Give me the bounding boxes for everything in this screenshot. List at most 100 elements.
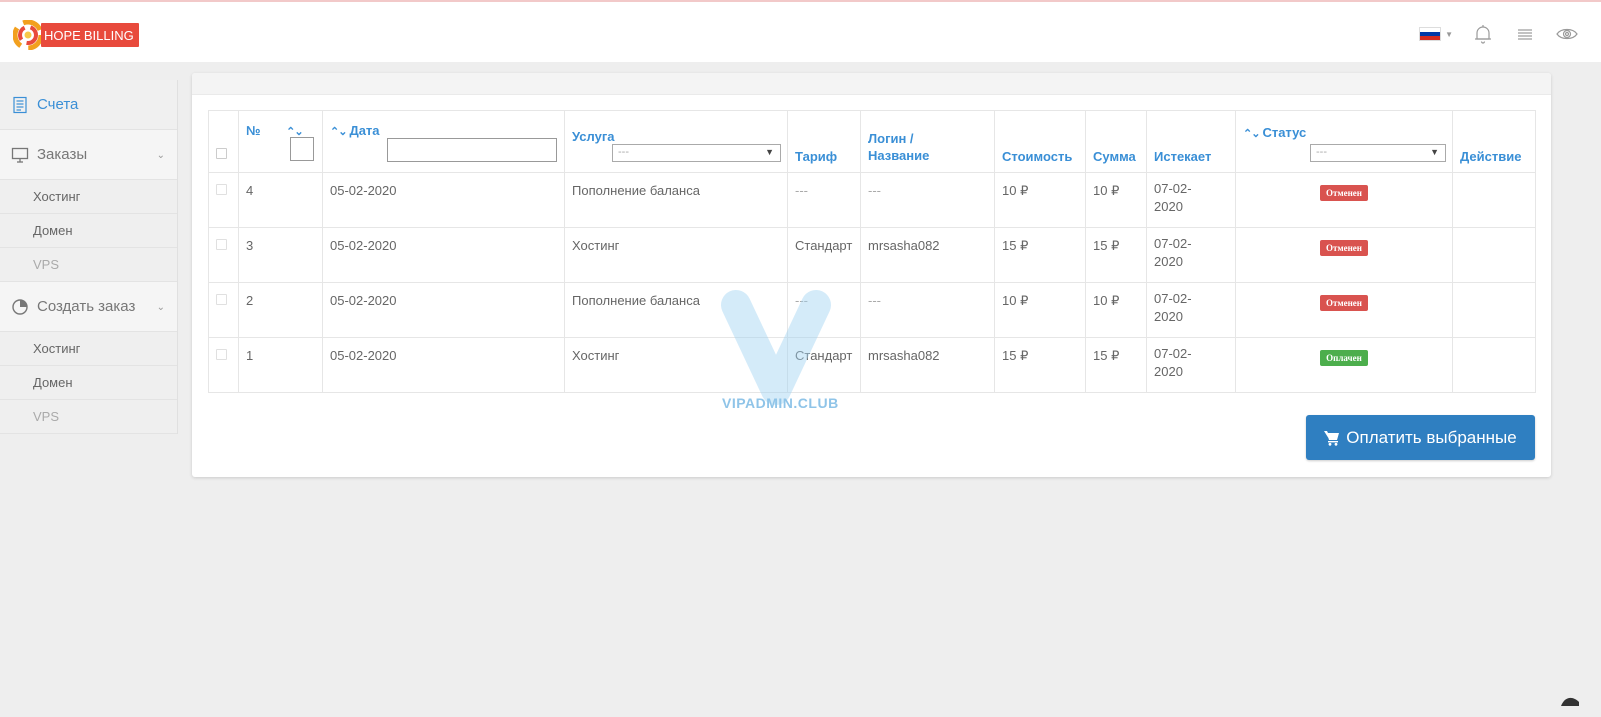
top-bar: HOPE BILLING ▼ (0, 0, 1601, 62)
cell-expires: 07-02- 2020 (1146, 172, 1236, 228)
sidebar-subitem-domain[interactable]: Домен (0, 366, 177, 400)
invoices-panel: № ⌃⌄ ⌃⌄ Дата Услуга --- ▼ Тариф Логин / … (192, 73, 1551, 477)
cell-cost: 15 ₽ (994, 337, 1086, 393)
sidebar-subitem-hosting[interactable]: Хостинг (0, 180, 177, 214)
cell-tariff: --- (787, 282, 861, 338)
cell-expires: 07-02- 2020 (1146, 282, 1236, 338)
cell-login: mrsasha082 (860, 337, 995, 393)
select-all-header (208, 110, 239, 173)
col-sum-label: Сумма (1093, 149, 1136, 164)
sidebar-subitem-hosting[interactable]: Хостинг (0, 332, 177, 366)
date-filter-input[interactable] (387, 138, 557, 162)
cell-num: 1 (238, 337, 323, 393)
bell-icon[interactable] (1471, 22, 1495, 46)
cell-expires-line2: 2020 (1154, 199, 1183, 214)
cell-service: Хостинг (564, 337, 788, 393)
caret-down-icon: ▼ (765, 147, 774, 157)
cell-tariff: Стандарт (787, 227, 861, 283)
sidebar-subitem-vps[interactable]: VPS (0, 400, 177, 434)
col-login-label-2: Название (868, 148, 930, 163)
col-service: Услуга --- ▼ (564, 110, 788, 173)
pay-selected-label: Оплатить выбранные (1346, 427, 1517, 447)
invoice-icon (13, 96, 27, 113)
col-num-label: № (246, 123, 261, 138)
cell-login: mrsasha082 (860, 227, 995, 283)
cell-status: Отменен (1235, 172, 1453, 228)
sidebar-item-orders[interactable]: Заказы ⌄ (0, 130, 177, 180)
col-service-label: Услуга (572, 129, 615, 144)
cell-expires-line1: 07-02- (1154, 236, 1192, 251)
cell-status: Отменен (1235, 282, 1453, 338)
cell-expires-line2: 2020 (1154, 254, 1183, 269)
num-filter-input[interactable] (290, 137, 314, 161)
cell-expires: 07-02- 2020 (1146, 227, 1236, 283)
cell-service: Пополнение баланса (564, 282, 788, 338)
russia-flag-icon (1419, 27, 1442, 41)
caret-down-icon: ▼ (1445, 29, 1453, 39)
col-expires-label: Истекает (1154, 149, 1212, 164)
col-action: Действие (1452, 110, 1536, 173)
language-selector[interactable]: ▼ (1419, 27, 1453, 41)
cell-sum: 10 ₽ (1085, 172, 1147, 228)
col-login-label-1: Логин / (868, 131, 914, 146)
corner-arrow-icon (1561, 697, 1579, 706)
service-filter-select[interactable]: --- ▼ (612, 144, 781, 162)
cell-service: Пополнение баланса (564, 172, 788, 228)
sidebar-subitem-vps[interactable]: VPS (0, 248, 177, 282)
row-checkbox[interactable] (216, 239, 227, 250)
col-action-label: Действие (1460, 149, 1522, 164)
cell-num: 3 (238, 227, 323, 283)
col-num: № ⌃⌄ (238, 110, 323, 173)
menu-lines-icon[interactable] (1513, 22, 1537, 46)
cell-cost: 10 ₽ (994, 172, 1086, 228)
sidebar-item-label: Создать заказ (37, 298, 136, 315)
status-filter-select[interactable]: --- ▼ (1310, 144, 1446, 162)
row-checkbox[interactable] (216, 294, 227, 305)
status-badge: Отменен (1320, 240, 1368, 256)
col-date: ⌃⌄ Дата (322, 110, 565, 173)
cell-expires-line1: 07-02- (1154, 291, 1192, 306)
cell-action (1452, 227, 1536, 283)
row-checkbox[interactable] (216, 349, 227, 360)
table-row: 4 05-02-2020 Пополнение баланса --- --- … (208, 172, 1536, 228)
col-cost: Стоимость (994, 110, 1086, 173)
col-sum: Сумма (1085, 110, 1147, 173)
cell-action (1452, 172, 1536, 228)
monitor-icon (11, 147, 29, 163)
sidebar-item-label: Счета (37, 96, 79, 113)
pay-selected-button[interactable]: Оплатить выбранные (1306, 415, 1535, 460)
col-login: Логин / Название (860, 110, 995, 173)
sort-arrows-icon[interactable]: ⌃⌄ (1243, 128, 1260, 140)
row-checkbox[interactable] (216, 184, 227, 195)
status-badge: Отменен (1320, 185, 1368, 201)
sidebar-item-create-order[interactable]: Создать заказ ⌄ (0, 282, 177, 332)
invoices-table: № ⌃⌄ ⌃⌄ Дата Услуга --- ▼ Тариф Логин / … (208, 110, 1536, 393)
col-cost-label: Стоимость (1002, 149, 1073, 164)
cell-date: 05-02-2020 (322, 172, 565, 228)
cell-date: 05-02-2020 (322, 282, 565, 338)
sidebar-subitem-domain[interactable]: Домен (0, 214, 177, 248)
select-all-checkbox[interactable] (216, 148, 227, 159)
status-badge: Отменен (1320, 295, 1368, 311)
cell-login: --- (860, 172, 995, 228)
cell-action (1452, 337, 1536, 393)
col-tariff-label: Тариф (795, 149, 838, 164)
cell-status: Отменен (1235, 227, 1453, 283)
status-filter-value: --- (1316, 146, 1327, 158)
eye-icon[interactable] (1555, 22, 1579, 46)
col-date-label: Дата (349, 123, 380, 138)
status-badge: Оплачен (1320, 350, 1368, 366)
cell-cost: 15 ₽ (994, 227, 1086, 283)
cell-date: 05-02-2020 (322, 227, 565, 283)
col-expires: Истекает (1146, 110, 1236, 173)
sort-arrows-icon[interactable]: ⌃⌄ (330, 126, 347, 138)
brand-billing: BILLING (83, 27, 134, 43)
brand-logo[interactable]: HOPE BILLING (13, 20, 139, 50)
cell-expires: 07-02- 2020 (1146, 337, 1236, 393)
cart-icon (1324, 430, 1340, 446)
col-status-label: Статус (1262, 125, 1307, 140)
sidebar-item-invoices[interactable]: Счета (0, 80, 177, 130)
chevron-down-icon: ⌄ (156, 302, 165, 313)
cell-action (1452, 282, 1536, 338)
cell-cost: 10 ₽ (994, 282, 1086, 338)
